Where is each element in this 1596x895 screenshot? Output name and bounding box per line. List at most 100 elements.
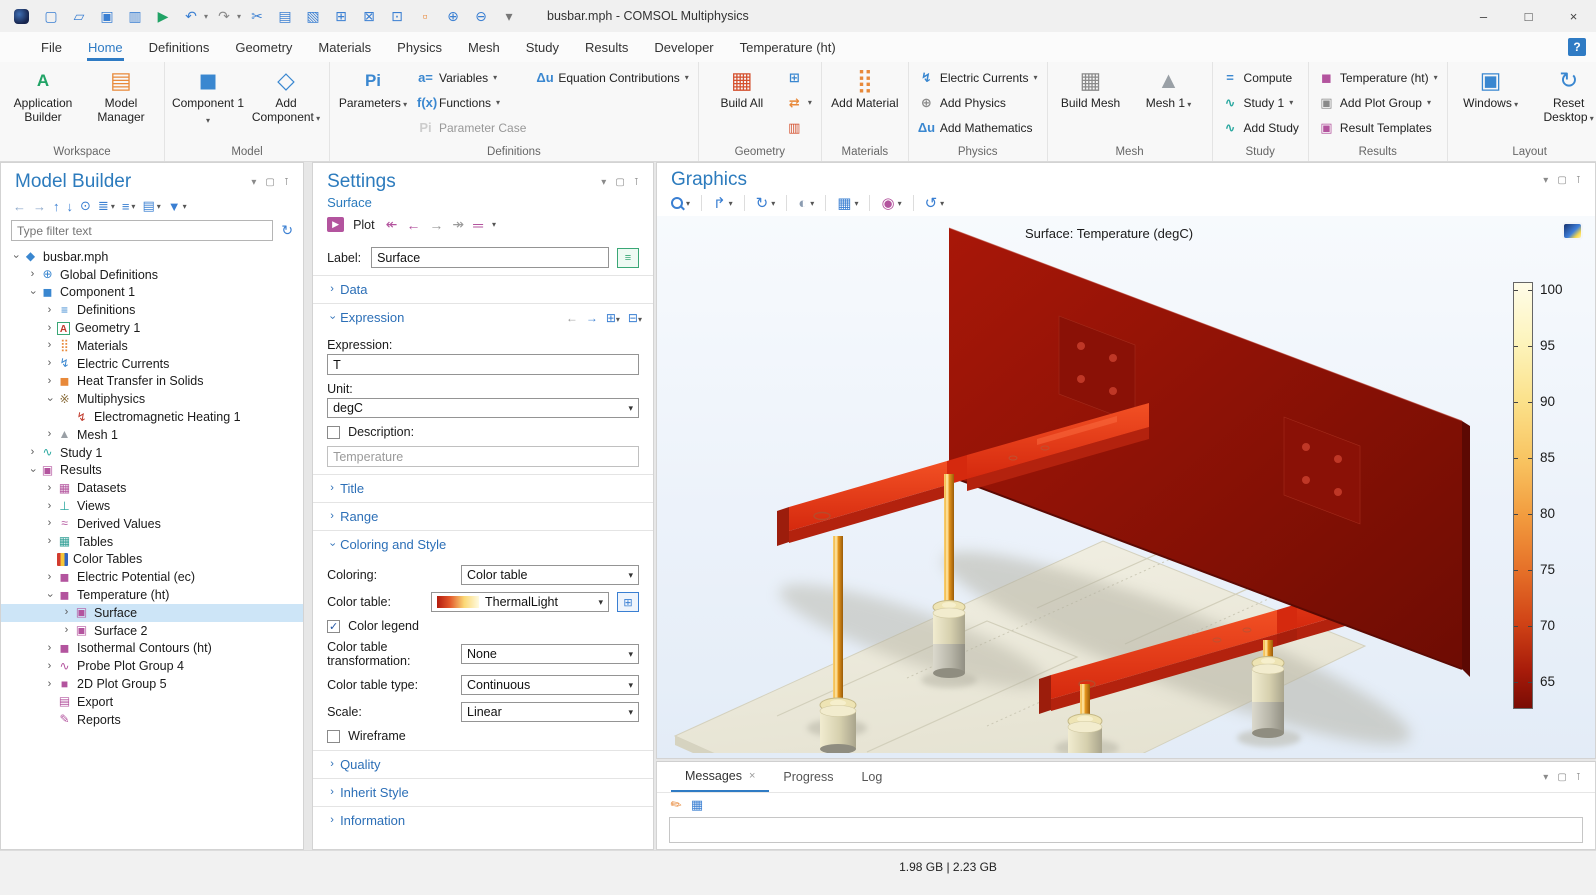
ribbon-electric-currents-button[interactable]: ↯Electric Currents▾: [914, 65, 1042, 90]
tree-chevron-icon[interactable]: ›: [43, 642, 56, 655]
highlight-icon[interactable]: ▫: [413, 5, 437, 27]
tree-item-color-tables[interactable]: Color Tables: [1, 551, 303, 569]
more-icon[interactable]: ▾: [497, 5, 521, 27]
menu-temperature-ht[interactable]: Temperature (ht): [727, 32, 849, 62]
section-coloring[interactable]: › Coloring and Style: [313, 530, 653, 558]
tree-item-busbar-mph[interactable]: ›◆busbar.mph: [1, 248, 303, 266]
color-button[interactable]: ◉▾: [881, 194, 901, 212]
back-icon[interactable]: ←: [13, 199, 26, 214]
tree-item-views[interactable]: ›⊥Views: [1, 497, 303, 515]
save-find-icon[interactable]: ▥: [123, 5, 147, 27]
grid-button[interactable]: ▦▾: [837, 194, 858, 212]
go-last-icon[interactable]: ↠: [452, 216, 464, 233]
ribbon-reset-desktop-button[interactable]: ↻Reset Desktop ▾: [1531, 64, 1596, 129]
tree-chevron-icon[interactable]: ›: [43, 517, 56, 530]
tree-filter-input[interactable]: [11, 220, 273, 241]
label-input[interactable]: [371, 247, 609, 268]
tab-messages[interactable]: Messages×: [671, 762, 769, 792]
ribbon-virtual-operations-button[interactable]: ▥: [782, 115, 816, 140]
ribbon-compute-button[interactable]: =Compute: [1218, 65, 1303, 90]
menu-developer[interactable]: Developer: [641, 32, 726, 62]
float-panel-icon[interactable]: ▢: [1557, 772, 1566, 783]
ribbon-variables-button[interactable]: a=Variables▾: [413, 65, 530, 90]
filter-icon[interactable]: ▼▾: [168, 199, 187, 214]
tree-item-heat-transfer-in-solids[interactable]: ›◼Heat Transfer in Solids: [1, 373, 303, 391]
app-icon[interactable]: [14, 9, 29, 24]
tree-item-2d-plot-group-5[interactable]: ›■2D Plot Group 5: [1, 675, 303, 693]
tree-chevron-icon[interactable]: ›: [43, 500, 56, 513]
tree-chevron-icon[interactable]: ›: [43, 393, 56, 406]
menu-file[interactable]: File: [28, 32, 75, 62]
panel-menu-icon[interactable]: ▾: [251, 177, 256, 188]
go-first-icon[interactable]: ↞: [386, 216, 398, 233]
ribbon-component-1-button[interactable]: ◼Component 1 ▾: [170, 64, 246, 131]
tree-item-surface-2[interactable]: ›▣Surface 2: [1, 622, 303, 640]
zoom-button[interactable]: ▾: [671, 197, 690, 209]
tree-item-surface[interactable]: ›▣Surface: [1, 604, 303, 622]
ribbon-add-component-button[interactable]: ◇Add Component ▾: [248, 64, 324, 129]
section-quality[interactable]: › Quality: [313, 750, 653, 778]
tree-chevron-icon[interactable]: ›: [43, 428, 56, 441]
model-tree-node-text-icon[interactable]: ▤▾: [142, 198, 160, 214]
panel-menu-icon[interactable]: ▾: [1543, 175, 1548, 186]
paste-icon[interactable]: ▧: [301, 5, 325, 27]
collapse-all-icon[interactable]: ≡▾: [122, 199, 136, 214]
ribbon-equation-contributions-button[interactable]: ΔuEquation Contributions▾: [532, 65, 692, 90]
tree-item-probe-plot-group-4[interactable]: ›∿Probe Plot Group 4: [1, 657, 303, 675]
color-table-select[interactable]: ThermalLight ▾: [431, 592, 609, 612]
pin-panel-icon[interactable]: ⊺: [284, 177, 289, 188]
tree-item-component-1[interactable]: ›◼Component 1: [1, 284, 303, 302]
float-panel-icon[interactable]: ▢: [1557, 175, 1566, 186]
delete-icon[interactable]: ⊠: [357, 5, 381, 27]
menu-geometry[interactable]: Geometry: [222, 32, 305, 62]
ribbon-add-mathematics-button[interactable]: ΔuAdd Mathematics: [914, 115, 1042, 140]
tree-chevron-icon[interactable]: ›: [43, 375, 56, 388]
ribbon-build-all-button[interactable]: ▦Build All: [704, 64, 780, 113]
maximize-button[interactable]: □: [1506, 0, 1551, 32]
tree-item-temperature-ht[interactable]: ›◼Temperature (ht): [1, 586, 303, 604]
ribbon-insert-sequence-button[interactable]: ⊞: [782, 65, 816, 90]
node-properties-icon[interactable]: ≡: [617, 248, 639, 268]
tree-chevron-icon[interactable]: ›: [9, 250, 22, 263]
panel-menu-icon[interactable]: ▾: [601, 177, 606, 188]
chevron-down-icon[interactable]: ▾: [492, 220, 496, 229]
copy-icon[interactable]: ▤: [273, 5, 297, 27]
tree-item-global-definitions[interactable]: ›⊕Global Definitions: [1, 266, 303, 284]
ribbon-update-geometry-button[interactable]: ⇄▾: [782, 90, 816, 115]
minimize-button[interactable]: –: [1461, 0, 1506, 32]
float-panel-icon[interactable]: ▢: [265, 177, 274, 188]
coloring-select[interactable]: Color table ▾: [461, 565, 639, 585]
tree-item-derived-values[interactable]: ›≈Derived Values: [1, 515, 303, 533]
go-to-view-button[interactable]: ↱▾: [713, 194, 733, 212]
tree-item-study-1[interactable]: ›∿Study 1: [1, 444, 303, 462]
tree-item-geometry-1[interactable]: ›AGeometry 1: [1, 319, 303, 337]
move-up-icon[interactable]: ↑: [53, 199, 60, 214]
tree-chevron-icon[interactable]: ›: [43, 322, 56, 335]
close-button[interactable]: ×: [1551, 0, 1596, 32]
go-previous-icon[interactable]: ←: [406, 217, 420, 233]
find-table-icon[interactable]: ⊖: [469, 5, 493, 27]
previous-expression-icon[interactable]: ←: [566, 311, 578, 325]
ribbon-add-study-button[interactable]: ∿Add Study: [1218, 115, 1303, 140]
ribbon-add-plot-group-button[interactable]: ▣Add Plot Group▾: [1314, 90, 1442, 115]
insert-expression-icon[interactable]: ⊞▾: [606, 311, 620, 325]
plot-button[interactable]: Plot: [353, 218, 375, 232]
select-frame-icon[interactable]: ⊡: [385, 5, 409, 27]
menu-physics[interactable]: Physics: [384, 32, 455, 62]
replace-expression-icon[interactable]: ⊟▾: [628, 311, 642, 325]
find-icon[interactable]: ⊕: [441, 5, 465, 27]
tree-item-mesh-1[interactable]: ›▲Mesh 1: [1, 426, 303, 444]
expand-all-icon[interactable]: ≣▾: [98, 198, 115, 214]
open-table-icon[interactable]: ▦: [691, 797, 703, 813]
tree-item-isothermal-contours-ht[interactable]: ›◼Isothermal Contours (ht): [1, 640, 303, 658]
tree-chevron-icon[interactable]: ›: [43, 357, 56, 370]
section-expression[interactable]: › Expression ← → ⊞▾ ⊟▾: [313, 303, 653, 331]
color-table-type-select[interactable]: Continuous ▾: [461, 675, 639, 695]
tree-chevron-icon[interactable]: ›: [60, 606, 73, 619]
panel-menu-icon[interactable]: ▾: [1543, 772, 1548, 783]
ribbon-add-physics-button[interactable]: ⊕Add Physics: [914, 90, 1042, 115]
section-range[interactable]: › Range: [313, 502, 653, 530]
unit-select[interactable]: degC ▾: [327, 398, 639, 418]
clear-messages-icon[interactable]: ✎: [667, 795, 685, 814]
move-down-icon[interactable]: ↓: [67, 199, 74, 214]
